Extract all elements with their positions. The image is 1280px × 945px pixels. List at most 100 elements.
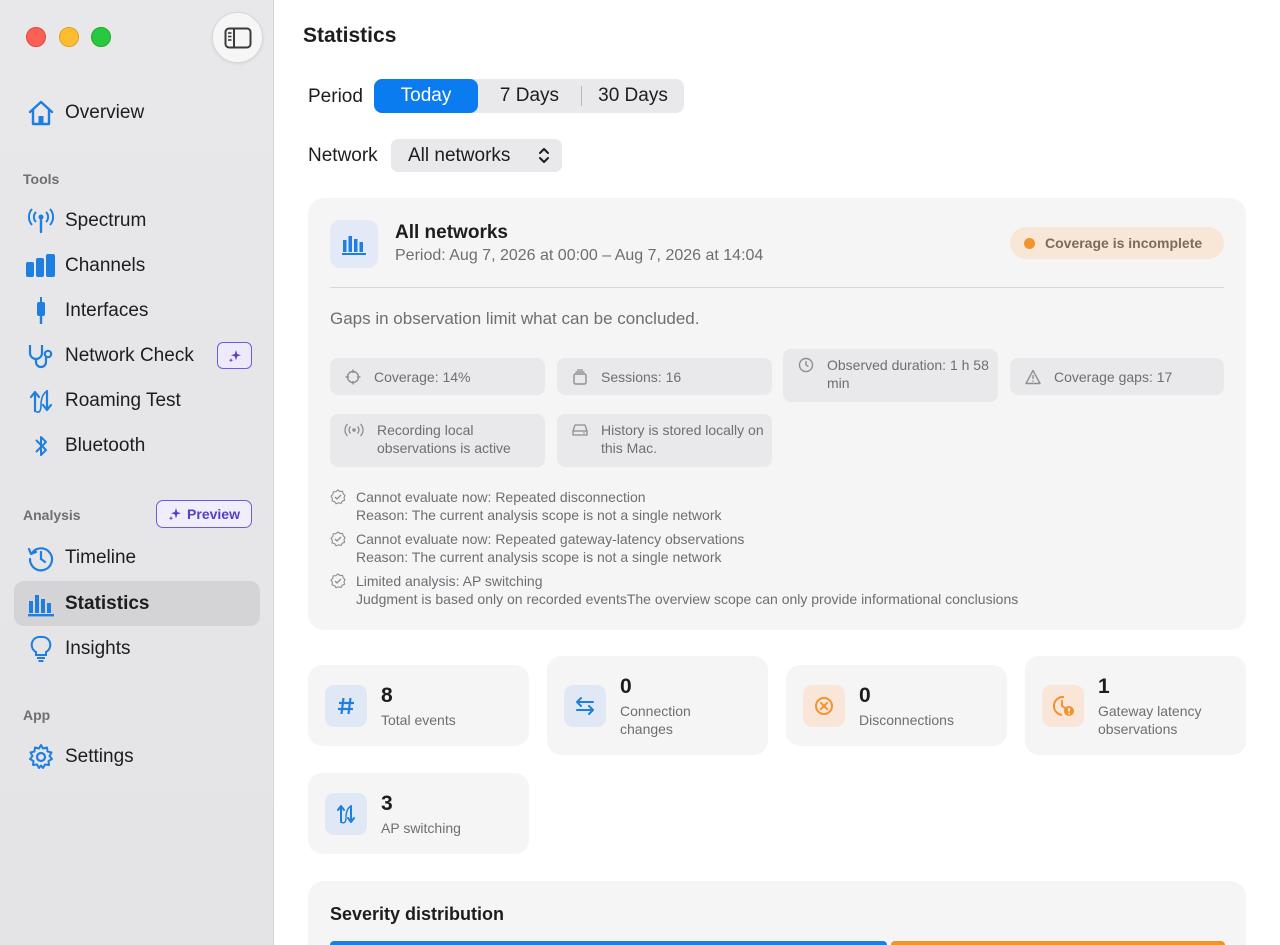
chip-label: Sessions: 16 xyxy=(601,368,682,385)
connector-icon xyxy=(26,296,56,326)
sidebar-item-spectrum[interactable]: Spectrum xyxy=(14,198,260,243)
history-clock-icon xyxy=(26,543,56,573)
preview-label: Preview xyxy=(187,506,240,522)
period-30days-button[interactable]: 30 Days xyxy=(582,79,684,113)
gear-icon xyxy=(26,742,56,772)
network-label: Network xyxy=(308,145,378,166)
sidebar-item-label: Channels xyxy=(65,254,146,276)
main-content: Statistics Period Today 7 Days 30 Days N… xyxy=(274,0,1280,945)
bars-icon xyxy=(26,251,56,281)
sidebar-item-label: Roaming Test xyxy=(65,389,181,411)
evaluation-note: Cannot evaluate now: Repeated gateway-la… xyxy=(330,530,744,566)
recording-chip: Recording local observations is active xyxy=(330,414,545,467)
period-segmented-control: Today 7 Days 30 Days xyxy=(374,79,684,113)
chip-label: Coverage: 14% xyxy=(374,368,471,385)
section-title-app: App xyxy=(23,707,51,723)
observed-duration-chip: Observed duration: 1 h 58 min xyxy=(783,349,998,402)
preview-badge[interactable]: Preview xyxy=(156,500,252,528)
network-select[interactable]: All networks xyxy=(391,139,562,172)
sidebar-item-channels[interactable]: Channels xyxy=(14,243,260,288)
note-title: Limited analysis: AP switching xyxy=(356,573,543,589)
chip-label: History is stored locally on this Mac. xyxy=(601,422,764,456)
sidebar-item-timeline[interactable]: Timeline xyxy=(14,535,260,580)
swap-arrows-icon xyxy=(564,685,606,727)
sidebar: Overview Tools Spectrum Channels Interfa… xyxy=(0,0,274,945)
minimize-window-button[interactable] xyxy=(59,27,79,47)
sidebar-item-interfaces[interactable]: Interfaces xyxy=(14,288,260,333)
sidebar-item-label: Bluetooth xyxy=(65,434,146,456)
divider xyxy=(330,287,1224,288)
x-circle-icon xyxy=(803,685,845,727)
history-storage-chip: History is stored locally on this Mac. xyxy=(557,414,772,467)
roaming-arrows-icon xyxy=(325,793,367,835)
note-reason: Reason: The current analysis scope is no… xyxy=(356,549,722,565)
sidebar-item-overview[interactable]: Overview xyxy=(14,90,260,135)
stat-card-total-events: 8 Total events xyxy=(308,665,529,746)
clock-icon xyxy=(797,356,814,373)
broadcast-icon xyxy=(344,421,364,438)
stethoscope-icon xyxy=(26,341,56,371)
summary-period: Period: Aug 7, 2026 at 00:00 – Aug 7, 20… xyxy=(395,247,764,264)
stat-caption: Gateway latency observations xyxy=(1098,703,1202,737)
stat-caption: Connection changes xyxy=(620,703,691,737)
stat-caption: Total events xyxy=(381,712,456,728)
ai-badge xyxy=(217,342,252,369)
lightbulb-icon xyxy=(26,634,56,664)
chip-label: Coverage gaps: 17 xyxy=(1054,368,1173,385)
chevron-updown-icon xyxy=(539,148,549,163)
stat-value: 0 xyxy=(859,684,871,707)
stat-value: 0 xyxy=(620,675,632,698)
note-title: Cannot evaluate now: Repeated gateway-la… xyxy=(356,531,745,547)
sidebar-item-label: Network Check xyxy=(65,344,194,366)
stat-card-ap-switching: 3 AP switching xyxy=(308,773,529,854)
sparkle-icon xyxy=(168,508,182,521)
sidebar-item-insights[interactable]: Insights xyxy=(14,626,260,671)
note-reason: Judgment is based only on recorded event… xyxy=(356,591,1019,607)
checkmark-seal-icon xyxy=(330,573,346,589)
roaming-arrows-icon xyxy=(26,386,56,416)
sidebar-toggle-button[interactable] xyxy=(212,12,263,63)
coverage-chip: Coverage: 14% xyxy=(330,358,545,395)
sidebar-item-statistics[interactable]: Statistics xyxy=(14,581,260,626)
page-title: Statistics xyxy=(303,24,397,47)
chip-label: Observed duration: 1 h 58 min xyxy=(827,357,989,391)
summary-card: All networks Period: Aug 7, 2026 at 00:0… xyxy=(308,198,1246,630)
stat-value: 1 xyxy=(1098,675,1110,698)
checkmark-seal-icon xyxy=(330,531,346,547)
sidebar-item-settings[interactable]: Settings xyxy=(14,734,260,779)
chart-bars-icon xyxy=(26,589,56,619)
sidebar-item-label: Statistics xyxy=(65,592,150,614)
period-7days-button[interactable]: 7 Days xyxy=(478,79,581,113)
period-today-button[interactable]: Today xyxy=(374,79,478,113)
gaps-message: Gaps in observation limit what can be co… xyxy=(330,309,700,328)
note-title: Cannot evaluate now: Repeated disconnect… xyxy=(356,489,646,505)
sidebar-item-roaming-test[interactable]: Roaming Test xyxy=(14,378,260,423)
bluetooth-icon xyxy=(26,431,56,461)
crosshair-icon xyxy=(344,368,361,385)
stat-value: 8 xyxy=(381,684,393,707)
sidebar-item-label: Overview xyxy=(65,101,145,123)
sidebar-item-label: Settings xyxy=(65,745,134,767)
sidebar-item-bluetooth[interactable]: Bluetooth xyxy=(14,423,260,468)
severity-bar-warning xyxy=(891,941,1225,945)
warning-triangle-icon xyxy=(1024,368,1041,385)
close-window-button[interactable] xyxy=(26,27,46,47)
status-dot-icon xyxy=(1024,237,1035,249)
period-label: Period xyxy=(308,86,363,107)
checkmark-seal-icon xyxy=(330,489,346,505)
zoom-window-button[interactable] xyxy=(91,27,111,47)
stat-card-connection-changes: 0 Connection changes xyxy=(547,656,768,755)
coverage-badge-label: Coverage is incomplete xyxy=(1045,235,1203,251)
severity-title: Severity distribution xyxy=(330,904,505,924)
stack-icon xyxy=(571,368,588,385)
stat-card-gateway-latency: 1 Gateway latency observations xyxy=(1025,656,1246,755)
chip-label: Recording local observations is active xyxy=(377,422,511,456)
hash-icon xyxy=(325,685,367,727)
sidebar-item-label: Interfaces xyxy=(65,299,149,321)
sessions-chip: Sessions: 16 xyxy=(557,358,772,395)
evaluation-note: Cannot evaluate now: Repeated disconnect… xyxy=(330,488,722,524)
clock-alert-icon xyxy=(1042,685,1084,727)
section-title-tools: Tools xyxy=(23,171,60,187)
summary-title: All networks xyxy=(395,222,508,243)
stat-value: 3 xyxy=(381,792,393,815)
